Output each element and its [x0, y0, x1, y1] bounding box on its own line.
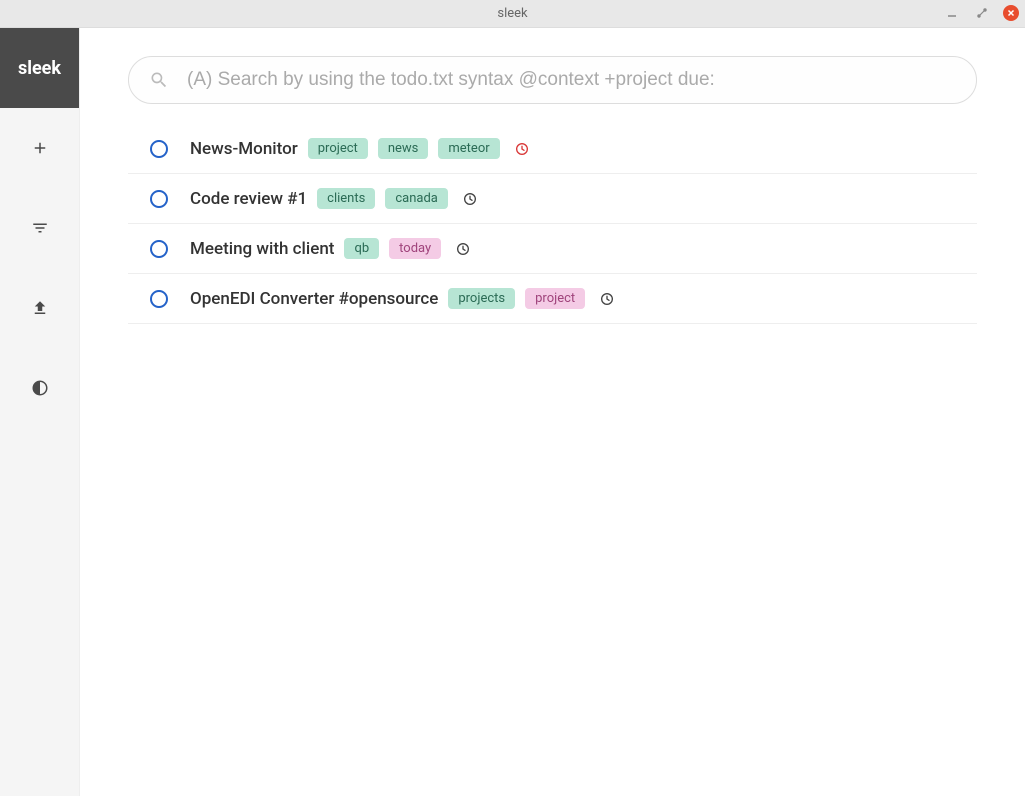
project-tag[interactable]: today: [389, 238, 441, 259]
todo-title: OpenEDI Converter #opensource: [190, 289, 438, 309]
search-input[interactable]: [187, 69, 956, 91]
todo-item[interactable]: News-Monitor project news meteor: [128, 124, 977, 174]
sidebar: sleek: [0, 28, 80, 796]
todo-list: News-Monitor project news meteor Code review…: [128, 124, 977, 324]
project-tag[interactable]: project: [525, 288, 585, 309]
window-controls: [943, 4, 1019, 22]
clock-icon: [599, 291, 615, 307]
todo-item[interactable]: Meeting with client qbtoday: [128, 224, 977, 274]
context-tag[interactable]: projects: [448, 288, 515, 309]
maximize-icon: [976, 7, 988, 19]
context-tag[interactable]: meteor: [438, 138, 499, 159]
todo-checkbox[interactable]: [150, 140, 168, 158]
context-tag[interactable]: news: [378, 138, 429, 159]
clock-icon: [514, 141, 530, 157]
search-icon: [149, 70, 169, 90]
maximize-button[interactable]: [973, 4, 991, 22]
todo-title: News-Monitor: [190, 139, 298, 159]
context-tag[interactable]: project: [308, 138, 368, 159]
minimize-button[interactable]: [943, 4, 961, 22]
main-content: News-Monitor project news meteor Code review…: [80, 28, 1025, 796]
todo-title: Meeting with client: [190, 239, 334, 259]
upload-icon: [31, 299, 49, 317]
context-tag[interactable]: qb: [344, 238, 379, 259]
todo-item[interactable]: OpenEDI Converter #opensource projects pro…: [128, 274, 977, 324]
contrast-icon: [31, 379, 49, 397]
todo-item[interactable]: Code review #1 clients canada: [128, 174, 977, 224]
app-logo: sleek: [0, 28, 79, 108]
titlebar: sleek: [0, 0, 1025, 28]
filter-button[interactable]: [0, 188, 79, 268]
filter-icon: [31, 219, 49, 237]
context-tag[interactable]: clients: [317, 188, 375, 209]
close-button[interactable]: [1003, 5, 1019, 21]
todo-checkbox[interactable]: [150, 290, 168, 308]
clock-icon: [462, 191, 478, 207]
todo-title: Code review #1: [190, 189, 307, 209]
todo-checkbox[interactable]: [150, 240, 168, 258]
window-title: sleek: [497, 6, 527, 21]
plus-icon: [31, 139, 49, 157]
search-bar[interactable]: [128, 56, 977, 104]
theme-button[interactable]: [0, 348, 79, 428]
close-icon: [1006, 8, 1016, 18]
todo-checkbox[interactable]: [150, 190, 168, 208]
context-tag[interactable]: canada: [385, 188, 448, 209]
add-button[interactable]: [0, 108, 79, 188]
clock-icon: [455, 241, 471, 257]
upload-button[interactable]: [0, 268, 79, 348]
minimize-icon: [946, 7, 958, 19]
